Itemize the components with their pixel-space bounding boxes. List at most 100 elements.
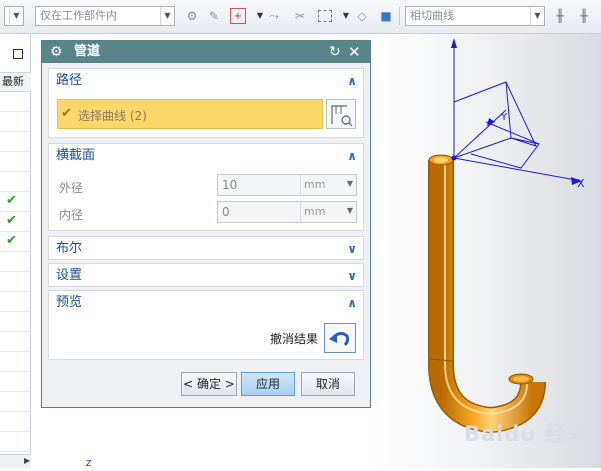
selection-scope-value: 仅在工作部件内 <box>40 9 117 22</box>
selection-scope-combo[interactable]: 仅在工作部件内 ▼ <box>35 6 175 26</box>
dialog-title: 管道 <box>74 44 101 59</box>
z-axis-label: Z <box>86 459 92 468</box>
pipe-solid[interactable] <box>428 154 546 434</box>
settings-section-title: 设置 <box>56 268 83 283</box>
cross-section-section: 横截面 ∧ 外径 10 mm ▼ 内径 0 mm ▼ <box>48 143 364 231</box>
cross-section-header[interactable]: 横截面 ∧ <box>49 144 363 168</box>
inner-diameter-field[interactable]: 0 mm ▼ <box>217 201 357 223</box>
outer-diameter-label: 外径 <box>59 181 84 195</box>
list-item[interactable] <box>0 112 31 132</box>
list-item[interactable] <box>0 132 31 152</box>
type-filter-combo[interactable]: ▼ <box>4 6 24 26</box>
list-item[interactable] <box>0 412 31 432</box>
preview-section-title: 预览 <box>56 295 83 310</box>
preview-section: 预览 ∧ 撤消结果 <box>48 290 364 360</box>
check-icon: ✔ <box>6 213 17 228</box>
path-section: 路径 ∧ ✔ 选择曲线 (2) <box>48 68 364 138</box>
dialog-titlebar[interactable]: ⚙ 管道 ↻ ✕ <box>42 41 370 63</box>
snap-point-icon[interactable]: ⚙ <box>184 8 200 24</box>
follow-fillet-icon[interactable]: ╫ <box>576 8 592 24</box>
box-select-icon[interactable] <box>318 10 332 22</box>
scroll-right-icon[interactable]: ▶ <box>24 456 30 465</box>
boolean-section-header[interactable]: 布尔 ∨ <box>49 237 363 261</box>
chevron-up-icon[interactable]: ∧ <box>347 69 357 93</box>
select-curve-label: 选择曲线 (2) <box>78 109 147 123</box>
x-axis-label: X <box>577 177 585 190</box>
list-item[interactable]: ✔ <box>0 232 31 252</box>
list-item[interactable]: ✔ <box>0 212 31 232</box>
point-filter-icon[interactable]: ✎ <box>206 8 222 24</box>
toolbar-divider <box>399 7 400 25</box>
settings-section-header[interactable]: 设置 ∨ <box>49 264 363 288</box>
chevron-up-icon[interactable]: ∧ <box>347 144 357 168</box>
select-curve-row[interactable]: ✔ 选择曲线 (2) <box>57 99 323 129</box>
apply-button[interactable]: 应用 <box>241 372 295 396</box>
curve-rule-value: 相切曲线 <box>410 9 454 22</box>
outer-diameter-unit-select[interactable]: mm ▼ <box>300 175 356 195</box>
inner-diameter-value[interactable]: 0 <box>222 205 230 219</box>
cancel-button[interactable]: 取消 <box>301 372 355 396</box>
preview-section-header[interactable]: 预览 ∧ <box>49 291 363 315</box>
check-icon: ✔ <box>6 233 17 248</box>
chevron-down-icon: ▼ <box>9 7 23 25</box>
chevron-down-icon: ▼ <box>346 179 353 188</box>
list-item[interactable] <box>0 372 31 392</box>
close-icon[interactable]: ✕ <box>348 41 361 63</box>
outer-diameter-field[interactable]: 10 mm ▼ <box>217 174 357 196</box>
list-item[interactable] <box>0 312 31 332</box>
path-section-header[interactable]: 路径 ∧ <box>49 69 363 93</box>
outer-unit-value: mm <box>304 178 326 191</box>
curve-selector-icon <box>331 105 353 127</box>
lasso-icon[interactable]: ✂ <box>292 8 308 24</box>
pipe-dialog: ⚙ 管道 ↻ ✕ 路径 ∧ ✔ 选择曲线 (2) 横截面 ∧ 外径 10 mm … <box>41 40 371 408</box>
panel-close-icon[interactable] <box>13 49 23 59</box>
stop-at-intersection-icon[interactable]: ╫ <box>552 8 568 24</box>
inner-diameter-unit-select[interactable]: mm ▼ <box>300 202 356 222</box>
list-item[interactable]: ✔ <box>0 192 31 212</box>
list-item[interactable] <box>0 392 31 412</box>
list-item[interactable] <box>0 332 31 352</box>
chevron-up-icon[interactable]: ∧ <box>347 291 357 315</box>
list-item[interactable] <box>0 152 31 172</box>
chevron-down-icon: ▼ <box>530 7 544 25</box>
list-item[interactable] <box>0 352 31 372</box>
list-item[interactable] <box>0 272 31 292</box>
ok-button[interactable]: < 确定 > <box>181 372 237 396</box>
outer-diameter-value[interactable]: 10 <box>222 178 237 192</box>
list-item[interactable] <box>0 172 31 192</box>
boolean-section-title: 布尔 <box>56 241 83 256</box>
undo-result-label: 撤消结果 <box>270 332 319 346</box>
solid-cube-icon[interactable]: ■ <box>378 8 394 24</box>
chevron-down-icon[interactable]: ∨ <box>347 237 357 261</box>
horizontal-scrollbar[interactable]: ▶ <box>0 454 31 468</box>
list-item[interactable] <box>0 292 31 312</box>
check-icon: ✔ <box>61 106 72 121</box>
part-navigator-panel: 最新 ✔ ✔ ✔ ▶ <box>0 34 31 468</box>
viewport-bottom-area: Z <box>31 408 371 468</box>
eraser-icon[interactable]: ◇ <box>354 8 370 24</box>
chevron-down-icon[interactable]: ∨ <box>347 264 357 288</box>
watermark: Baidu 经验 <box>464 422 589 446</box>
top-toolbar: ▼ 仅在工作部件内 ▼ ⚙ ✎ + ▼ ⤳ ✂ ▼ ◇ ■ 相切曲线 ▼ ╫ ╫ <box>0 0 601 34</box>
add-point-icon[interactable]: + <box>230 8 246 24</box>
boolean-section: 布尔 ∨ <box>48 236 364 260</box>
y-axis-label: Y <box>500 112 508 123</box>
inner-unit-value: mm <box>304 205 326 218</box>
gear-icon[interactable]: ⚙ <box>50 41 63 63</box>
list-item[interactable] <box>0 432 31 452</box>
chevron-down-icon[interactable]: ▼ <box>338 8 354 24</box>
list-item[interactable] <box>0 92 31 112</box>
list-item[interactable] <box>0 252 31 272</box>
graphics-viewport[interactable]: X Y Baidu 经验 <box>371 34 601 468</box>
column-header-latest[interactable]: 最新 <box>0 72 31 92</box>
settings-section: 设置 ∨ <box>48 263 364 287</box>
curve-select-button[interactable] <box>326 99 356 129</box>
undo-result-button[interactable] <box>324 323 356 353</box>
reset-icon[interactable]: ↻ <box>329 41 341 63</box>
path-section-title: 路径 <box>56 73 83 88</box>
cross-section-title: 横截面 <box>56 148 96 163</box>
wcs-origin-icon <box>451 155 457 161</box>
undo-icon <box>329 331 350 347</box>
curve-rule-combo[interactable]: 相切曲线 ▼ <box>405 6 545 26</box>
connect-icon[interactable]: ⤳ <box>266 8 282 24</box>
